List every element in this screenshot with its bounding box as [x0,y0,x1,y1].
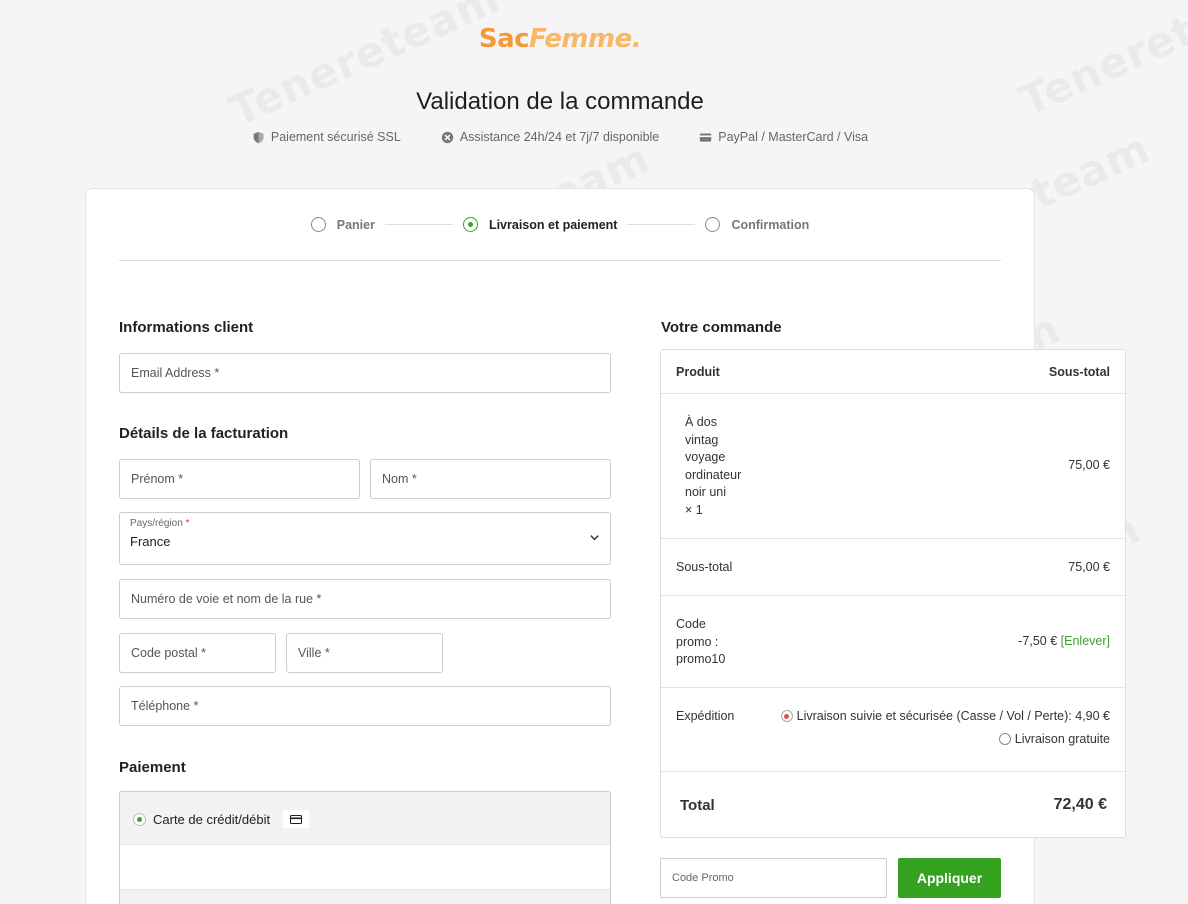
country-select[interactable]: Pays/région * France [119,512,611,565]
email-field[interactable]: Email Address * [119,353,611,393]
payment-option-label: Carte de crédit/débit [153,811,271,827]
subtotal-value: 75,00 € [1068,560,1110,574]
postcode-placeholder: Code postal * [131,646,207,660]
step-confirmation[interactable]: Confirmation [705,217,809,232]
postcode-field[interactable]: Code postal * [119,633,276,673]
page-title: Validation de la commande [416,88,704,115]
email-placeholder: Email Address * [131,366,220,380]
step-circle-icon [310,217,326,232]
shield-icon [253,131,264,143]
support-icon [441,131,453,143]
col-product-header: Produit [676,365,720,379]
step-circle-active-icon [462,217,478,232]
shipping-option-tracked[interactable]: Livraison suivie et sécurisée (Casse / V… [780,709,1110,723]
credit-card-icon [283,810,310,828]
order-header-row: Produit Sous-total [661,350,1125,394]
shipping-option-free[interactable]: Livraison gratuite [781,732,1110,746]
product-price: 75,00 € [1068,458,1110,472]
radio-selected-icon[interactable] [133,812,146,826]
billing-details-title: Détails de la facturation [119,425,289,442]
trust-item-ssl: Paiement sécurisé SSL [252,130,401,144]
step-label: Confirmation [731,217,810,232]
promo-placeholder: Code Promo [672,872,734,884]
trust-label: PayPal / MasterCard / Visa [718,130,869,144]
payment-title: Paiement [119,759,186,776]
logo-text-part2: Femme. [529,24,642,54]
country-label: Pays/région * [130,518,600,529]
country-label-text: Pays/région [130,518,183,529]
product-name-line: vintag [685,432,719,447]
radio-unselected-icon[interactable] [998,733,1011,745]
step-connector [627,224,696,225]
checkout-card: Panier Livraison et paiement Confirmatio… [85,188,1126,904]
step-panier[interactable]: Panier [310,217,375,232]
payment-methods: Carte de crédit/débit [119,791,611,904]
shipping-option-label: Livraison suivie et sécurisée (Casse / V… [796,709,1110,723]
order-total-row: Total 72,40 € [661,772,1125,838]
street-placeholder: Numéro de voie et nom de la rue * [131,592,322,606]
step-circle-icon [705,217,721,232]
last-name-field[interactable]: Nom * [370,459,611,499]
checkout-steps: Panier Livraison et paiement Confirmatio… [86,217,1034,232]
product-name-line: À dos [685,415,717,429]
city-field[interactable]: Ville * [286,633,443,673]
product-name[interactable]: À dos vintag voyage ordinateur noir uni … [685,414,741,520]
order-product-row: À dos vintag voyage ordinateur noir uni … [661,394,1125,539]
promo-discount: -7,50 € [1018,634,1058,648]
order-summary: Produit Sous-total À dos vintag voyage o… [660,349,1126,838]
credit-card-icon [700,132,712,142]
first-name-placeholder: Prénom * [131,472,184,486]
payment-form-area [120,844,610,890]
chevron-down-icon [590,535,599,541]
step-label: Panier [336,217,375,232]
apply-promo-button[interactable]: Appliquer [898,858,1001,898]
trust-label: Assistance 24h/24 et 7j/7 disponible [459,130,660,144]
brand-logo[interactable]: SacFemme. [0,24,1120,54]
total-label: Total [680,797,715,814]
promo-label: Code promo : promo10 [676,616,725,669]
logo-text-part1: Sac [478,24,530,54]
promo-label-line: Code [676,617,706,631]
street-address-field[interactable]: Numéro de voie et nom de la rue * [119,579,611,619]
trust-label: Paiement sécurisé SSL [270,130,401,144]
remove-promo-link[interactable]: [Enlever] [1061,634,1110,648]
shipping-option-label: Livraison gratuite [1014,732,1110,746]
trust-item-support: Assistance 24h/24 et 7j/7 disponible [441,130,659,144]
total-value: 72,40 € [1053,796,1107,813]
step-connector [384,224,453,225]
promo-label-line: promo : [676,634,719,649]
payment-option-card[interactable]: Carte de crédit/débit [133,810,310,828]
subtotal-label: Sous-total [676,560,733,574]
step-label: Livraison et paiement [488,217,618,232]
order-title: Votre commande [661,319,782,336]
promo-code-input[interactable]: Code Promo [660,858,887,898]
product-name-line: ordinateur [685,467,742,482]
last-name-placeholder: Nom * [382,472,417,486]
shipping-options: Livraison suivie et sécurisée (Casse / V… [780,709,1110,746]
trust-badges: Paiement sécurisé SSL Assistance 24h/24 … [0,130,1120,144]
city-placeholder: Ville * [298,646,330,660]
customer-info-title: Informations client [119,319,254,336]
order-promo-row: Code promo : promo10 -7,50 € [Enlever] [661,596,1125,688]
required-marker: * [185,518,190,529]
product-quantity: × 1 [685,502,703,517]
order-shipping-row: Expédition Livraison suivie et sécurisée… [661,688,1125,772]
phone-field[interactable]: Téléphone * [119,686,611,726]
order-subtotal-row: Sous-total 75,00 € [661,539,1125,596]
promo-value: -7,50 € [Enlever] [1018,634,1110,648]
product-name-line: voyage [685,450,726,465]
col-subtotal-header: Sous-total [1048,365,1110,379]
trust-item-payment: PayPal / MasterCard / Visa [699,130,868,144]
first-name-field[interactable]: Prénom * [119,459,360,499]
promo-label-line: promo10 [676,652,726,666]
country-value: France [130,534,171,549]
phone-placeholder: Téléphone * [131,699,199,713]
step-livraison-paiement[interactable]: Livraison et paiement [462,217,618,232]
shipping-label: Expédition [676,709,735,723]
divider [119,260,1001,261]
product-name-line: noir uni [685,485,726,500]
radio-selected-icon[interactable] [780,710,793,722]
